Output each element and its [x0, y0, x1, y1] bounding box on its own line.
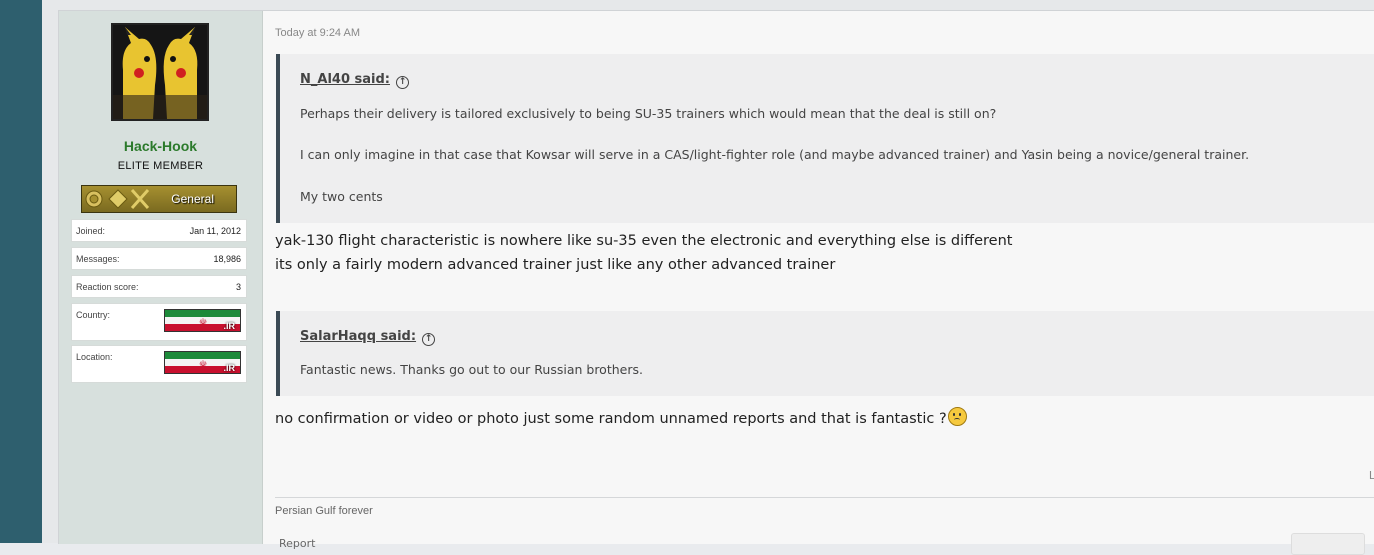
rank-insignia-icon	[85, 189, 150, 209]
flag-label: .IR	[223, 363, 235, 373]
stat-value[interactable]: 18,986	[213, 254, 241, 264]
likes-edge: L	[1368, 469, 1374, 482]
jump-to-quote-icon[interactable]: ↑	[422, 333, 436, 346]
react-button[interactable]	[1291, 533, 1365, 555]
stat-label: Joined:	[76, 226, 106, 236]
quote-line: Perhaps their delivery is tailored exclu…	[300, 106, 997, 121]
stat-label: Reaction score:	[76, 282, 139, 292]
iran-flag-icon: ☫ .IR	[164, 351, 241, 374]
reply-line: yak-130 flight characteristic is nowhere…	[275, 233, 1013, 249]
flag-label: .IR	[223, 321, 235, 331]
stat-value: Jan 11, 2012	[189, 226, 241, 236]
stat-location: Location: ☫ .IR	[71, 345, 247, 383]
stat-messages: Messages: 18,986	[71, 247, 247, 270]
signature-divider	[275, 497, 1374, 498]
quote-line: I can only imagine in that case that Kow…	[300, 147, 1250, 162]
user-avatar[interactable]	[111, 23, 209, 121]
reply-line: no confirmation or video or photo just s…	[275, 407, 967, 427]
quote-author-label[interactable]: SalarHaqq said:	[300, 329, 416, 344]
signature: Persian Gulf forever	[275, 505, 373, 517]
user-sidebar: Hack-Hook ELITE MEMBER General Joined: J…	[59, 11, 263, 544]
post-content: Today at 9:24 AM N_Al40 said: ↑ Perhaps t…	[275, 11, 1374, 555]
stat-value: 3	[235, 282, 241, 292]
stat-reaction-score: Reaction score: 3	[71, 275, 247, 298]
page-left-background	[0, 0, 42, 543]
quote-author[interactable]: SalarHaqq said: ↑	[300, 329, 436, 346]
stat-label: Country:	[76, 310, 111, 320]
iran-flag-icon: ☫ .IR	[164, 309, 241, 332]
jump-to-quote-icon[interactable]: ↑	[395, 76, 409, 89]
reply-text: no confirmation or video or photo just s…	[275, 411, 947, 427]
quote-line: My two cents	[300, 189, 383, 204]
stat-label: Location:	[76, 352, 113, 362]
user-title: ELITE MEMBER	[117, 160, 204, 172]
forum-post: Hack-Hook ELITE MEMBER General Joined: J…	[58, 10, 1374, 555]
stat-label: Messages:	[76, 254, 120, 264]
confused-emoji-icon	[947, 407, 967, 426]
quote-line: Fantastic news. Thanks go out to our Rus…	[300, 362, 643, 377]
rank-banner: General	[81, 185, 237, 213]
post-timestamp[interactable]: Today at 9:24 AM	[275, 27, 360, 39]
stat-country: Country: ☫ .IR	[71, 303, 247, 341]
quote-author-label[interactable]: N_Al40 said:	[300, 72, 390, 87]
page-gutter	[42, 0, 58, 543]
quote-author[interactable]: N_Al40 said: ↑	[300, 72, 409, 89]
username-link[interactable]: Hack-Hook	[59, 138, 262, 154]
stat-joined: Joined: Jan 11, 2012	[71, 219, 247, 242]
report-link[interactable]: Report	[279, 537, 315, 550]
quote-block: SalarHaqq said: ↑ Fantastic news. Thanks …	[276, 311, 1374, 396]
rank-label: General	[171, 192, 214, 206]
quote-block: N_Al40 said: ↑ Perhaps their delivery is …	[276, 54, 1374, 223]
reply-line: its only a fairly modern advanced traine…	[275, 257, 836, 273]
